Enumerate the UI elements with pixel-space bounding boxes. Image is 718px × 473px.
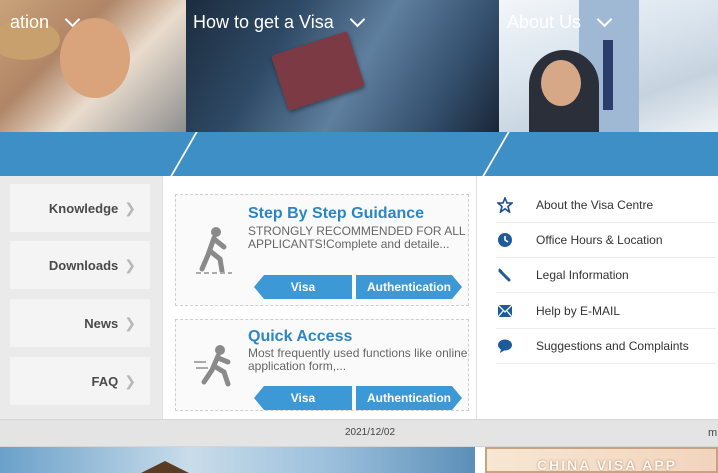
clock-icon bbox=[496, 231, 514, 249]
nav-label: How to get a Visa bbox=[193, 11, 334, 32]
chevron-right-icon: ❯ bbox=[124, 256, 136, 273]
nav-label: About Us bbox=[507, 11, 582, 32]
main-nav bbox=[0, 132, 718, 176]
nav-item-how-to-get-visa[interactable]: How to get a Visa bbox=[193, 0, 366, 44]
app-banner-text: CHINA VISA APP bbox=[537, 457, 678, 473]
chevron-down-icon bbox=[349, 11, 366, 27]
chevron-right-icon: ❯ bbox=[124, 199, 136, 216]
star-icon bbox=[496, 196, 514, 214]
left-menu-knowledge[interactable]: Knowledge ❯ bbox=[10, 184, 150, 232]
left-menu-faq[interactable]: FAQ ❯ bbox=[10, 357, 150, 405]
left-menu-label: FAQ bbox=[91, 373, 119, 389]
gavel-icon bbox=[496, 266, 514, 284]
nav-item-about-us[interactable]: About Us bbox=[507, 0, 613, 44]
app-banner[interactable]: CHINA VISA APP bbox=[485, 447, 718, 473]
about-link-suggestions[interactable]: Suggestions and Complaints bbox=[496, 328, 716, 364]
card-title[interactable]: Quick Access bbox=[248, 328, 352, 346]
tie-shape bbox=[603, 40, 613, 110]
walking-person-icon bbox=[194, 225, 234, 275]
left-menu-label: News bbox=[84, 315, 119, 331]
card-title[interactable]: Step By Step Guidance bbox=[248, 205, 424, 223]
chat-icon bbox=[496, 337, 514, 355]
about-us-links: About the Visa Centre Office Hours & Loc… bbox=[478, 176, 718, 419]
nav-label: ation bbox=[10, 11, 50, 32]
about-link-office-hours[interactable]: Office Hours & Location bbox=[496, 222, 716, 258]
left-menu: Knowledge ❯ Downloads ❯ News ❯ FAQ ❯ bbox=[0, 176, 162, 419]
email-icon bbox=[496, 302, 514, 320]
about-link-visa-centre[interactable]: About the Visa Centre bbox=[496, 187, 716, 223]
visa-button[interactable]: Visa bbox=[254, 275, 352, 299]
nav-item-application[interactable]: ation bbox=[10, 0, 81, 44]
page: ation How to get a Visa About Us Knowled… bbox=[0, 0, 718, 473]
chevron-down-icon bbox=[64, 11, 81, 27]
about-link-legal[interactable]: Legal Information bbox=[496, 257, 716, 293]
landmark-banner[interactable] bbox=[0, 447, 475, 473]
left-menu-downloads[interactable]: Downloads ❯ bbox=[10, 241, 150, 289]
visa-button[interactable]: Visa bbox=[254, 386, 352, 410]
left-menu-news[interactable]: News ❯ bbox=[10, 299, 150, 347]
card-description: STRONGLY RECOMMENDED FOR ALL APPLICANTS!… bbox=[248, 224, 466, 251]
chevron-right-icon: ❯ bbox=[124, 314, 136, 331]
ticker-text: m bbox=[708, 427, 718, 439]
head-shape bbox=[541, 60, 581, 106]
step-by-step-card[interactable]: Step By Step Guidance STRONGLY RECOMMEND… bbox=[175, 194, 469, 306]
quick-access-card[interactable]: Quick Access Most frequently used functi… bbox=[175, 319, 469, 411]
about-link-email[interactable]: Help by E-MAIL bbox=[496, 293, 716, 329]
current-date: 2021/12/02 bbox=[345, 427, 396, 438]
visa-guide-panel: Step By Step Guidance STRONGLY RECOMMEND… bbox=[162, 176, 477, 419]
about-link-label: Legal Information bbox=[536, 267, 629, 282]
about-link-label: Help by E-MAIL bbox=[536, 303, 621, 318]
card-description: Most frequently used functions like onli… bbox=[248, 346, 468, 373]
left-menu-label: Knowledge bbox=[48, 200, 119, 216]
about-link-label: Suggestions and Complaints bbox=[536, 338, 689, 353]
running-person-icon bbox=[194, 342, 234, 392]
date-bar: 2021/12/02 m bbox=[0, 419, 718, 447]
about-link-label: About the Visa Centre bbox=[536, 197, 654, 212]
pagoda-roof-shape bbox=[137, 461, 193, 473]
left-menu-label: Downloads bbox=[48, 257, 119, 273]
authentication-button[interactable]: Authentication bbox=[356, 275, 462, 299]
about-link-label: Office Hours & Location bbox=[536, 232, 663, 247]
chevron-down-icon bbox=[596, 11, 613, 27]
chevron-right-icon: ❯ bbox=[124, 372, 136, 389]
authentication-button[interactable]: Authentication bbox=[356, 386, 462, 410]
